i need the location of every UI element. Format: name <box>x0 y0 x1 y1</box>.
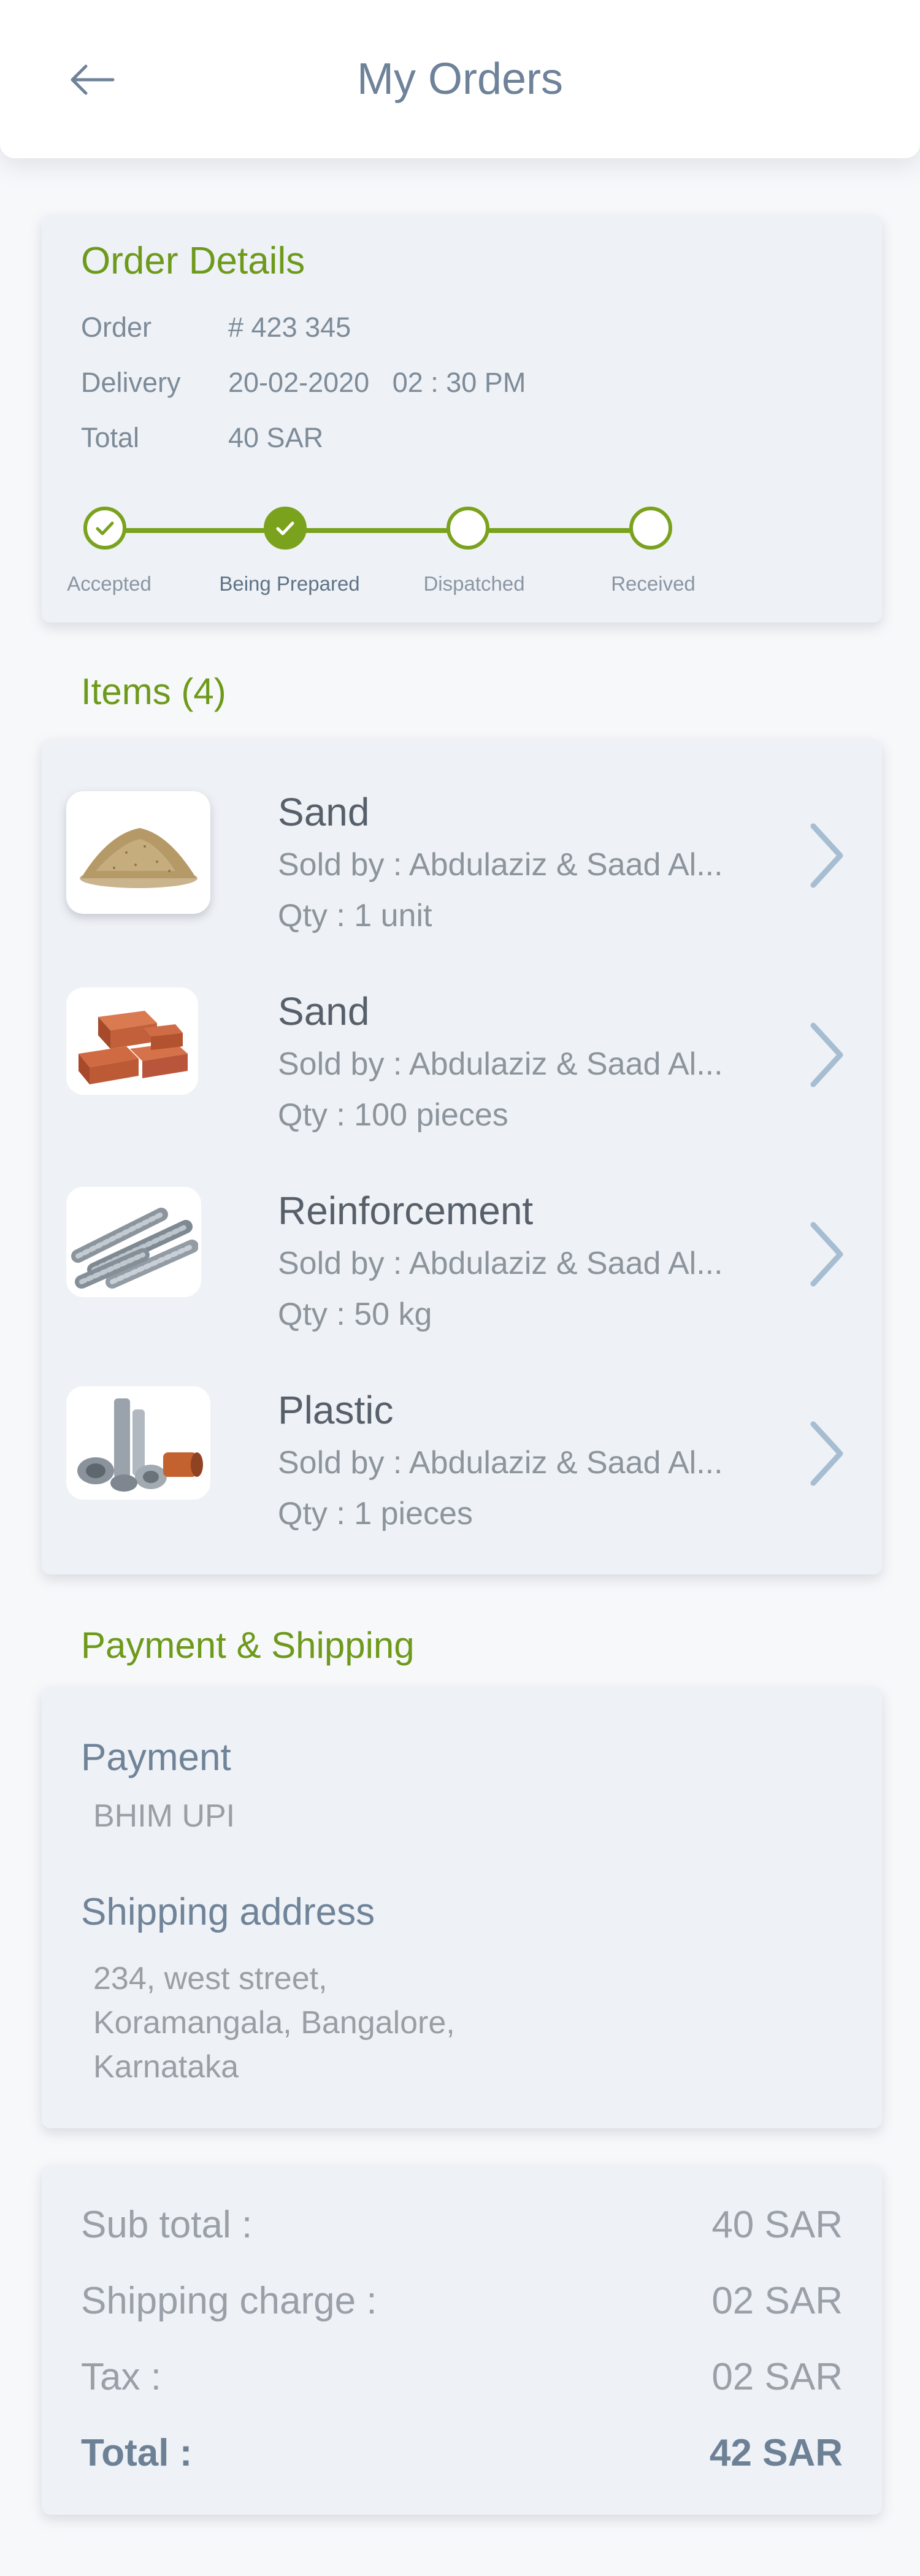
grand-total-value: 42 SAR <box>709 2432 843 2474</box>
order-item[interactable]: Reinforcement Sold by : Abdulaziz & Saad… <box>42 1138 882 1332</box>
item-seller: Sold by : Abdulaziz & Saad Al... <box>278 1246 723 1281</box>
step-accepted-label: Accepted <box>67 572 151 595</box>
order-number-label: Order <box>81 312 152 343</box>
delivery-label: Delivery <box>81 367 181 398</box>
check-icon <box>276 521 294 535</box>
app-header: My Orders <box>0 0 920 158</box>
subtotal-row: Sub total : 40 SAR <box>81 2203 843 2252</box>
step-dispatched-label: Dispatched <box>423 572 525 595</box>
shipping-address-label: Shipping address <box>81 1891 375 1933</box>
bricks-icon <box>78 1010 188 1084</box>
order-item[interactable]: Sand Sold by : Abdulaziz & Saad Al... Qt… <box>42 739 882 933</box>
item-name: Reinforcement <box>278 1189 534 1233</box>
order-item[interactable]: Sand Sold by : Abdulaziz & Saad Al... Qt… <box>42 938 882 1133</box>
step-being-prepared-label: Being Prepared <box>219 572 360 595</box>
item-quantity: Qty : 1 pieces <box>278 1496 473 1531</box>
payment-shipping-heading: Payment & Shipping <box>81 1625 415 1666</box>
item-quantity: Qty : 1 unit <box>278 898 432 933</box>
delivery-value: 20-02-2020 02 : 30 PM <box>228 367 526 398</box>
item-seller: Sold by : Abdulaziz & Saad Al... <box>278 1046 723 1082</box>
steel-rebar-thumbnail <box>66 1187 201 1297</box>
item-seller: Sold by : Abdulaziz & Saad Al... <box>278 847 723 883</box>
order-details-card: Order Details Order # 423 345 Delivery 2… <box>42 215 882 623</box>
tax-row: Tax : 02 SAR <box>81 2355 843 2404</box>
shipping-address-line: Koramangala, Bangalore, <box>93 2005 455 2041</box>
plastic-pipes-icon <box>77 1398 203 1492</box>
shipping-charge-value: 02 SAR <box>711 2280 843 2322</box>
payment-label: Payment <box>81 1736 231 1779</box>
chevron-right-icon <box>810 1222 843 1287</box>
payment-method-value: BHIM UPI <box>93 1798 236 1834</box>
total-label: Total <box>81 422 140 453</box>
plastic-pipes-thumbnail <box>66 1386 210 1500</box>
shipping-charge-row: Shipping charge : 02 SAR <box>81 2279 843 2328</box>
check-icon <box>96 521 114 535</box>
chevron-right-icon <box>810 1421 843 1486</box>
sand-pile-thumbnail <box>66 791 210 914</box>
order-summary-card: Sub total : 40 SAR Shipping charge : 02 … <box>42 2165 882 2515</box>
sand-pile-icon <box>79 828 197 888</box>
total-value: 40 SAR <box>228 422 324 453</box>
tax-label: Tax : <box>81 2356 161 2398</box>
tax-value: 02 SAR <box>711 2356 843 2398</box>
subtotal-label: Sub total : <box>81 2204 253 2246</box>
grand-total-row: Total : 42 SAR <box>81 2431 843 2480</box>
order-details-title: Order Details <box>81 240 305 282</box>
chevron-right-icon <box>810 1022 843 1087</box>
step-being-prepared-dot <box>264 507 307 550</box>
shipping-address-line: 234, west street, <box>93 1961 328 1996</box>
step-accepted-dot <box>83 507 126 550</box>
delivery-row: Delivery 20-02-2020 02 : 30 PM <box>81 367 817 404</box>
total-row: Total 40 SAR <box>81 422 817 459</box>
order-item[interactable]: Plastic Sold by : Abdulaziz & Saad Al...… <box>42 1337 882 1531</box>
page-title: My Orders <box>356 55 564 104</box>
order-number-row: Order # 423 345 <box>81 312 817 348</box>
step-dispatched-dot <box>447 507 489 550</box>
bricks-thumbnail <box>66 987 198 1095</box>
order-number-value: # 423 345 <box>228 312 351 343</box>
steel-rebar-icon <box>71 1208 198 1289</box>
payment-shipping-card: Payment BHIM UPI Shipping address 234, w… <box>42 1687 882 2128</box>
grand-total-label: Total : <box>81 2432 193 2474</box>
item-quantity: Qty : 100 pieces <box>278 1097 508 1133</box>
item-quantity: Qty : 50 kg <box>278 1297 432 1332</box>
item-name: Sand <box>278 790 370 834</box>
items-heading: Items (4) <box>81 671 226 712</box>
progress-track-line <box>105 528 657 533</box>
step-received-label: Received <box>611 572 696 595</box>
item-name: Sand <box>278 989 370 1033</box>
items-card: Sand Sold by : Abdulaziz & Saad Al... Qt… <box>42 739 882 1574</box>
shipping-charge-label: Shipping charge : <box>81 2280 377 2322</box>
step-received-dot <box>629 507 672 550</box>
chevron-right-icon <box>810 823 843 888</box>
subtotal-value: 40 SAR <box>711 2204 843 2246</box>
shipping-address-line: Karnataka <box>93 2049 239 2085</box>
item-seller: Sold by : Abdulaziz & Saad Al... <box>278 1445 723 1481</box>
item-name: Plastic <box>278 1388 394 1432</box>
